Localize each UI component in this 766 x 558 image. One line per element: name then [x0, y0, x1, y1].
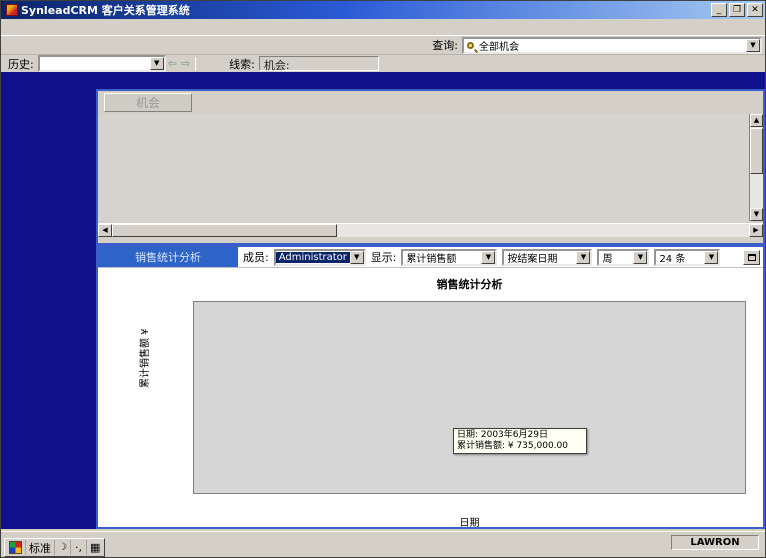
query-value: 全部机会 — [476, 38, 746, 53]
ime-punctuation-icon[interactable]: ·, — [71, 540, 87, 555]
clue-label: 线索: — [229, 56, 255, 72]
toolbar-main: 查询: 全部机会 ▼ — [1, 36, 765, 55]
horizontal-scrollbar[interactable]: ◀ ▶ — [98, 223, 763, 237]
scroll-left-icon[interactable]: ◀ — [98, 224, 112, 237]
analysis-panel-label: 销售统计分析 — [98, 247, 238, 267]
ime-halfwidth-icon[interactable]: ☽ — [55, 540, 71, 555]
ime-mode-button[interactable]: 标准 — [26, 540, 55, 555]
display-label: 显示: — [371, 249, 397, 265]
sidebar — [1, 89, 96, 529]
toolbar-history: 历史: ▼ ⇦ ⇨ 线索: 机会: — [1, 55, 765, 72]
tooltip-value: 累计销售额: ¥ 735,000.00 — [457, 441, 583, 452]
title-bar: SynleadCRM 客户关系管理系统 _ ❐ ✕ — [1, 1, 765, 19]
forward-arrow-icon[interactable]: ⇨ — [181, 57, 190, 70]
member-label: 成员: — [243, 249, 269, 265]
period-combobox[interactable]: 周 ▼ — [597, 249, 649, 266]
count-value: 24 条 — [656, 250, 704, 265]
app-window: SynleadCRM 客户关系管理系统 _ ❐ ✕ 查询: 全部机会 ▼ 历史:… — [0, 0, 766, 558]
restore-button[interactable]: ❐ — [729, 3, 745, 17]
count-dropdown-button[interactable]: ▼ — [704, 251, 718, 264]
app-icon — [6, 4, 18, 16]
opportunities-grid: ▲ ▼ — [98, 114, 763, 221]
vertical-scrollbar[interactable]: ▲ ▼ — [749, 114, 763, 221]
scroll-up-icon[interactable]: ▲ — [750, 114, 763, 127]
sales-analysis-panel: 销售统计分析 成员: Administrator ▼ 显示: 累计销售额 ▼ 按… — [96, 245, 765, 529]
scroll-right-icon[interactable]: ▶ — [749, 224, 763, 237]
chart-controls: 销售统计分析 成员: Administrator ▼ 显示: 累计销售额 ▼ 按… — [98, 247, 763, 268]
ime-logo-icon — [9, 541, 22, 554]
opportunities-panel-header: 机会 — [98, 91, 763, 114]
group-by-combobox[interactable]: 按结案日期 ▼ — [502, 249, 592, 266]
context-box: 机会: — [259, 56, 379, 71]
status-bar: 标准 ☽ ·, ▦ LAWRON — [1, 531, 765, 558]
module-tab-bar — [1, 72, 765, 89]
chart-title: 销售统计分析 — [193, 276, 746, 292]
member-combobox[interactable]: Administrator ▼ — [274, 249, 366, 266]
display-combobox[interactable]: 累计销售额 ▼ — [401, 249, 497, 266]
toolbar-separator — [195, 57, 196, 71]
query-dropdown-button[interactable]: ▼ — [746, 39, 760, 52]
ime-keyboard-icon[interactable]: ▦ — [87, 540, 103, 555]
period-value: 周 — [599, 250, 633, 265]
count-combobox[interactable]: 24 条 ▼ — [654, 249, 720, 266]
ime-toolbar: 标准 ☽ ·, ▦ — [4, 538, 105, 557]
minimize-button[interactable]: _ — [711, 3, 727, 17]
chart-area: 销售统计分析 累计销售额 ¥ 日期: 2003年6月29日 累计销售额: ¥ 7… — [98, 268, 763, 527]
history-dropdown-button[interactable]: ▼ — [150, 57, 164, 70]
query-label: 查询: — [432, 37, 458, 53]
tooltip-date: 日期: 2003年6月29日 — [457, 430, 583, 441]
back-arrow-icon[interactable]: ⇦ — [168, 57, 177, 70]
chart-y-ticks — [98, 301, 188, 494]
opportunities-panel: 机会 ▲ ▼ ◀ ▶ — [96, 89, 765, 245]
group-by-value: 按结案日期 — [504, 250, 576, 265]
status-panels: LAWRON — [671, 535, 759, 550]
chart-plot: 日期: 2003年6月29日 累计销售额: ¥ 735,000.00 — [193, 301, 746, 494]
opportunities-panel-label: 机会 — [104, 93, 192, 112]
history-combobox[interactable]: ▼ — [38, 55, 166, 72]
menu-bar — [1, 19, 765, 36]
member-value: Administrator — [276, 252, 350, 263]
member-dropdown-button[interactable]: ▼ — [350, 251, 364, 264]
display-dropdown-button[interactable]: ▼ — [481, 251, 495, 264]
scroll-down-icon[interactable]: ▼ — [750, 208, 763, 221]
period-dropdown-button[interactable]: ▼ — [633, 251, 647, 264]
horizontal-scroll-thumb[interactable] — [112, 224, 337, 237]
query-magnifier-icon — [467, 42, 474, 49]
query-combobox[interactable]: 全部机会 ▼ — [462, 37, 762, 54]
chart-x-axis-label: 日期 — [193, 514, 746, 529]
window-title: SynleadCRM 客户关系管理系统 — [21, 2, 709, 18]
vertical-scroll-thumb[interactable] — [750, 128, 763, 174]
main-area: 机会 ▲ ▼ ◀ ▶ — [96, 89, 765, 529]
group-by-dropdown-button[interactable]: ▼ — [576, 251, 590, 264]
chart-tooltip: 日期: 2003年6月29日 累计销售额: ¥ 735,000.00 — [453, 428, 587, 454]
maximize-chart-icon — [748, 254, 756, 261]
history-label: 历史: — [8, 56, 34, 72]
ime-indicator-icon[interactable] — [6, 540, 26, 555]
display-value: 累计销售额 — [403, 250, 481, 265]
close-button[interactable]: ✕ — [747, 3, 763, 17]
maximize-chart-button[interactable] — [743, 250, 760, 265]
status-user: LAWRON — [671, 535, 759, 550]
